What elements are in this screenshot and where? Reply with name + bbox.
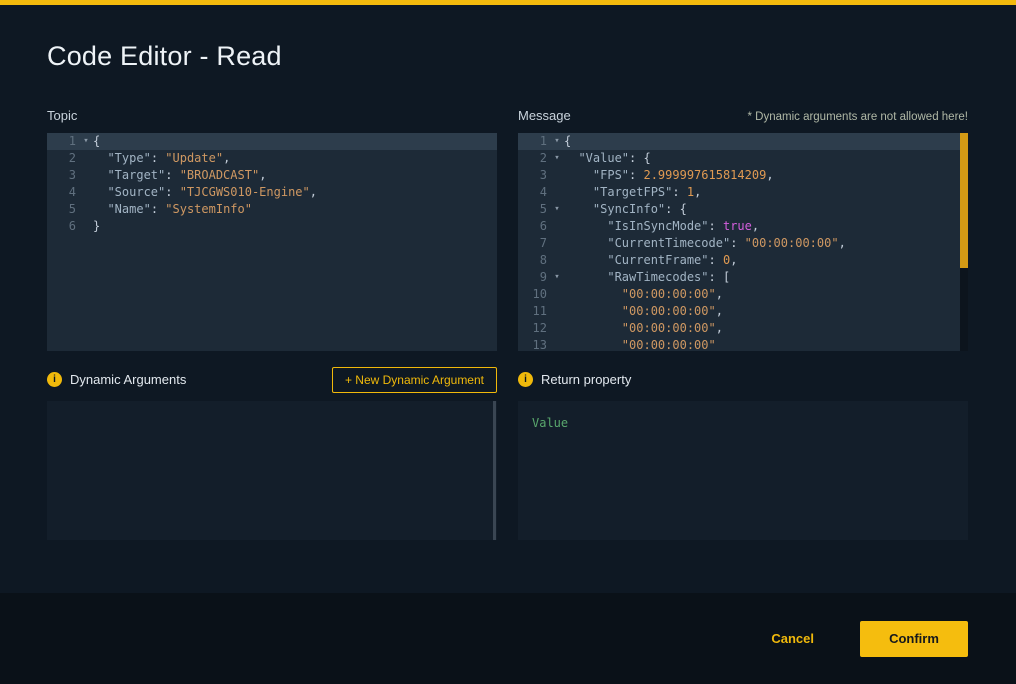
code-text: "Source": "TJCGWS010-Engine", [93, 184, 317, 201]
code-line: 2 "Type": "Update", [47, 150, 497, 167]
code-line: 1▾{ [518, 133, 968, 150]
code-line: 4 "Source": "TJCGWS010-Engine", [47, 184, 497, 201]
code-line: 3 "Target": "BROADCAST", [47, 167, 497, 184]
code-text: "SyncInfo": { [564, 201, 687, 218]
line-number: 5 [518, 201, 550, 218]
code-text: { [93, 133, 100, 150]
fold-spacer [550, 218, 564, 235]
fold-spacer [550, 252, 564, 269]
message-label: Message [518, 108, 571, 123]
code-line: 5 "Name": "SystemInfo" [47, 201, 497, 218]
dynamic-arguments-label: Dynamic Arguments [70, 372, 186, 387]
line-number: 4 [47, 184, 79, 201]
code-text: "00:00:00:00", [564, 303, 723, 320]
code-text: "00:00:00:00" [564, 337, 716, 351]
fold-icon[interactable]: ▾ [79, 133, 93, 150]
dynamic-arguments-scrollbar[interactable] [493, 401, 496, 540]
code-text: "00:00:00:00", [564, 320, 723, 337]
fold-spacer [550, 184, 564, 201]
code-line: 11 "00:00:00:00", [518, 303, 968, 320]
line-number: 1 [47, 133, 79, 150]
line-number: 8 [518, 252, 550, 269]
fold-spacer [550, 303, 564, 320]
line-number: 7 [518, 235, 550, 252]
line-number: 9 [518, 269, 550, 286]
code-line: 12 "00:00:00:00", [518, 320, 968, 337]
line-number: 6 [47, 218, 79, 235]
line-number: 11 [518, 303, 550, 320]
line-number: 2 [47, 150, 79, 167]
code-line: 4 "TargetFPS": 1, [518, 184, 968, 201]
fold-icon[interactable]: ▾ [550, 201, 564, 218]
info-icon: i [47, 372, 62, 387]
return-property-label: Return property [541, 372, 631, 387]
line-number: 10 [518, 286, 550, 303]
footer-bar: Cancel Confirm [0, 593, 1016, 684]
line-number: 4 [518, 184, 550, 201]
fold-spacer [79, 167, 93, 184]
code-line: 3 "FPS": 2.999997615814209, [518, 167, 968, 184]
fold-spacer [550, 235, 564, 252]
fold-spacer [79, 201, 93, 218]
message-scrollbar-thumb[interactable] [960, 133, 968, 268]
code-text: "RawTimecodes": [ [564, 269, 730, 286]
topic-editor[interactable]: 1▾{2 "Type": "Update",3 "Target": "BROAD… [47, 133, 497, 351]
return-property-panel[interactable]: Value [518, 401, 968, 540]
code-text: "FPS": 2.999997615814209, [564, 167, 774, 184]
code-text: "IsInSyncMode": true, [564, 218, 759, 235]
code-text: { [564, 133, 571, 150]
message-column: Message * Dynamic arguments are not allo… [518, 108, 968, 540]
dynamic-args-note: * Dynamic arguments are not allowed here… [747, 111, 968, 123]
code-line: 7 "CurrentTimecode": "00:00:00:00", [518, 235, 968, 252]
message-scrollbar-track[interactable] [960, 133, 968, 351]
confirm-button[interactable]: Confirm [860, 621, 968, 657]
code-text: "Name": "SystemInfo" [93, 201, 252, 218]
line-number: 5 [47, 201, 79, 218]
code-line: 9▾ "RawTimecodes": [ [518, 269, 968, 286]
fold-spacer [79, 218, 93, 235]
code-line: 6} [47, 218, 497, 235]
fold-spacer [79, 150, 93, 167]
line-number: 2 [518, 150, 550, 167]
code-text: "Value": { [564, 150, 651, 167]
code-text: "TargetFPS": 1, [564, 184, 701, 201]
fold-spacer [550, 167, 564, 184]
fold-icon[interactable]: ▾ [550, 133, 564, 150]
topic-label: Topic [47, 108, 77, 123]
code-text: "00:00:00:00", [564, 286, 723, 303]
line-number: 12 [518, 320, 550, 337]
code-text: "Target": "BROADCAST", [93, 167, 266, 184]
code-line: 5▾ "SyncInfo": { [518, 201, 968, 218]
line-number: 3 [518, 167, 550, 184]
line-number: 3 [47, 167, 79, 184]
line-number: 13 [518, 337, 550, 351]
fold-spacer [550, 337, 564, 351]
code-line: 2▾ "Value": { [518, 150, 968, 167]
fold-spacer [550, 286, 564, 303]
code-line: 6 "IsInSyncMode": true, [518, 218, 968, 235]
message-editor[interactable]: 1▾{2▾ "Value": {3 "FPS": 2.9999976158142… [518, 133, 968, 351]
code-text: "CurrentFrame": 0, [564, 252, 737, 269]
new-dynamic-argument-button[interactable]: + New Dynamic Argument [332, 367, 497, 393]
fold-spacer [550, 320, 564, 337]
return-property-value: Value [532, 416, 568, 430]
cancel-button[interactable]: Cancel [771, 631, 814, 646]
line-number: 1 [518, 133, 550, 150]
code-text: "Type": "Update", [93, 150, 230, 167]
topic-column: Topic 1▾{2 "Type": "Update",3 "Target": … [47, 108, 497, 540]
modal-body: Code Editor - Read Topic 1▾{2 "Type": "U… [0, 5, 1016, 593]
code-line: 10 "00:00:00:00", [518, 286, 968, 303]
code-line: 1▾{ [47, 133, 497, 150]
code-line: 13 "00:00:00:00" [518, 337, 968, 351]
code-text: "CurrentTimecode": "00:00:00:00", [564, 235, 846, 252]
info-icon: i [518, 372, 533, 387]
code-text: } [93, 218, 100, 235]
fold-spacer [79, 184, 93, 201]
fold-icon[interactable]: ▾ [550, 150, 564, 167]
page-title: Code Editor - Read [47, 41, 968, 72]
dynamic-arguments-panel [47, 401, 497, 540]
code-line: 8 "CurrentFrame": 0, [518, 252, 968, 269]
line-number: 6 [518, 218, 550, 235]
fold-icon[interactable]: ▾ [550, 269, 564, 286]
